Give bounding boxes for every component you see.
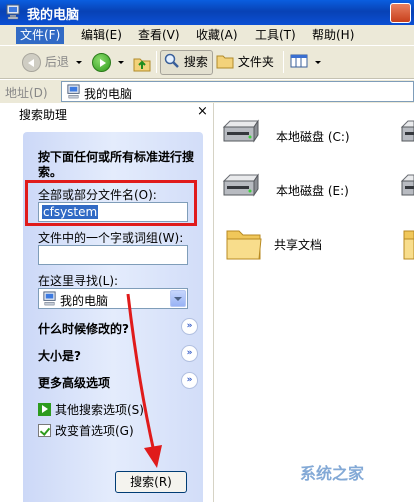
drive-label: 本地磁盘 (C:) bbox=[276, 130, 350, 144]
address-label: 地址(D) bbox=[5, 86, 48, 100]
chevron-down-icon[interactable]: » bbox=[181, 318, 198, 335]
search-intro-text: 按下面任何或所有标准进行搜索。 bbox=[38, 150, 195, 179]
menu-view[interactable]: 查看(V) bbox=[134, 27, 184, 44]
phrase-label: 文件中的一个字或词组(W): bbox=[38, 231, 184, 245]
folders-label: 文件夹 bbox=[237, 55, 274, 69]
forward-arrow-icon bbox=[92, 53, 111, 72]
pane-close-button[interactable]: × bbox=[197, 104, 208, 119]
search-companion-pane: 搜索助理 × 按下面任何或所有标准进行搜索。 全部或部分文件名(O): cfsy… bbox=[0, 103, 214, 502]
toolbar: 后退 搜索 文件夹 bbox=[0, 46, 414, 79]
views-dropdown-icon bbox=[314, 61, 321, 64]
search-toolbar-label: 搜索 bbox=[183, 55, 208, 69]
forward-button[interactable] bbox=[92, 50, 124, 75]
views-button[interactable] bbox=[290, 50, 321, 75]
pane-header: 搜索助理 × bbox=[0, 103, 214, 123]
menu-tools[interactable]: 工具(T) bbox=[251, 27, 300, 44]
toolbar-separator bbox=[156, 51, 157, 73]
forward-dropdown-icon bbox=[117, 61, 124, 64]
address-field[interactable]: 我的电脑 bbox=[61, 81, 414, 102]
checklist-icon bbox=[38, 424, 51, 437]
hard-drive-icon bbox=[222, 119, 259, 143]
chevron-down-icon[interactable]: » bbox=[181, 372, 198, 389]
section-size-label: 大小是? bbox=[38, 349, 81, 363]
phrase-input[interactable] bbox=[38, 245, 188, 265]
menu-edit[interactable]: 编辑(E) bbox=[77, 27, 126, 44]
toolbar-separator bbox=[283, 51, 284, 73]
annotation-arrow bbox=[126, 293, 162, 468]
menu-file[interactable]: 文件(F) bbox=[16, 27, 65, 44]
up-folder-icon bbox=[133, 58, 151, 71]
folder-label: 共享文档 bbox=[274, 238, 323, 252]
window-title: 我的电脑 bbox=[27, 8, 80, 23]
folder-item[interactable]: 共享文档 bbox=[224, 225, 404, 265]
address-value: 我的电脑 bbox=[84, 87, 133, 101]
window-close-button[interactable] bbox=[390, 3, 411, 23]
folders-button[interactable]: 文件夹 bbox=[216, 50, 274, 75]
folder-icon bbox=[226, 230, 262, 260]
menu-help[interactable]: 帮助(H) bbox=[308, 27, 358, 44]
hard-drive-icon bbox=[400, 120, 414, 142]
my-computer-icon bbox=[43, 291, 56, 306]
drive-label: 本地磁盘 (E:) bbox=[276, 184, 349, 198]
menu-favorites[interactable]: 收藏(A) bbox=[192, 27, 242, 44]
green-arrow-icon bbox=[38, 403, 51, 416]
back-arrow-icon bbox=[22, 53, 41, 72]
my-computer-icon bbox=[67, 84, 80, 99]
lookin-value: 我的电脑 bbox=[60, 294, 109, 308]
drive-item[interactable]: 本地磁盘 (E:) bbox=[220, 171, 400, 203]
back-label: 后退 bbox=[44, 55, 69, 69]
chevron-down-icon[interactable]: » bbox=[181, 345, 198, 362]
hard-drive-icon bbox=[222, 173, 259, 197]
search-toolbar-button[interactable]: 搜索 bbox=[160, 50, 213, 75]
section-modified-label: 什么时候修改的? bbox=[38, 322, 129, 336]
section-advanced-label: 更多高级选项 bbox=[38, 376, 111, 390]
magnifier-icon bbox=[164, 53, 179, 68]
menu-bar: 文件(F) 编辑(E) 查看(V) 收藏(A) 工具(T) 帮助(H) bbox=[0, 25, 414, 46]
up-folder-button[interactable] bbox=[132, 50, 152, 75]
content-pane: 本地磁盘 (C:) 本地磁盘 (E:) 共享文档 bbox=[214, 103, 414, 502]
back-dropdown-icon bbox=[75, 61, 82, 64]
hard-drive-icon bbox=[400, 174, 414, 196]
back-button[interactable]: 后退 bbox=[22, 50, 82, 75]
address-bar: 地址(D) 我的电脑 bbox=[0, 80, 414, 103]
lookin-label: 在这里寻找(L): bbox=[38, 274, 119, 288]
folder-icon bbox=[403, 230, 414, 260]
annotation-highlight-box bbox=[25, 180, 197, 226]
folder-icon bbox=[216, 55, 234, 69]
watermark-text: 系统之家 bbox=[300, 464, 365, 483]
drive-item[interactable]: 本地磁盘 (C:) bbox=[220, 117, 400, 149]
title-bar: 我的电脑 bbox=[0, 0, 414, 25]
my-computer-icon bbox=[6, 4, 20, 20]
views-grid-icon bbox=[290, 54, 308, 68]
pane-title: 搜索助理 bbox=[19, 108, 68, 122]
